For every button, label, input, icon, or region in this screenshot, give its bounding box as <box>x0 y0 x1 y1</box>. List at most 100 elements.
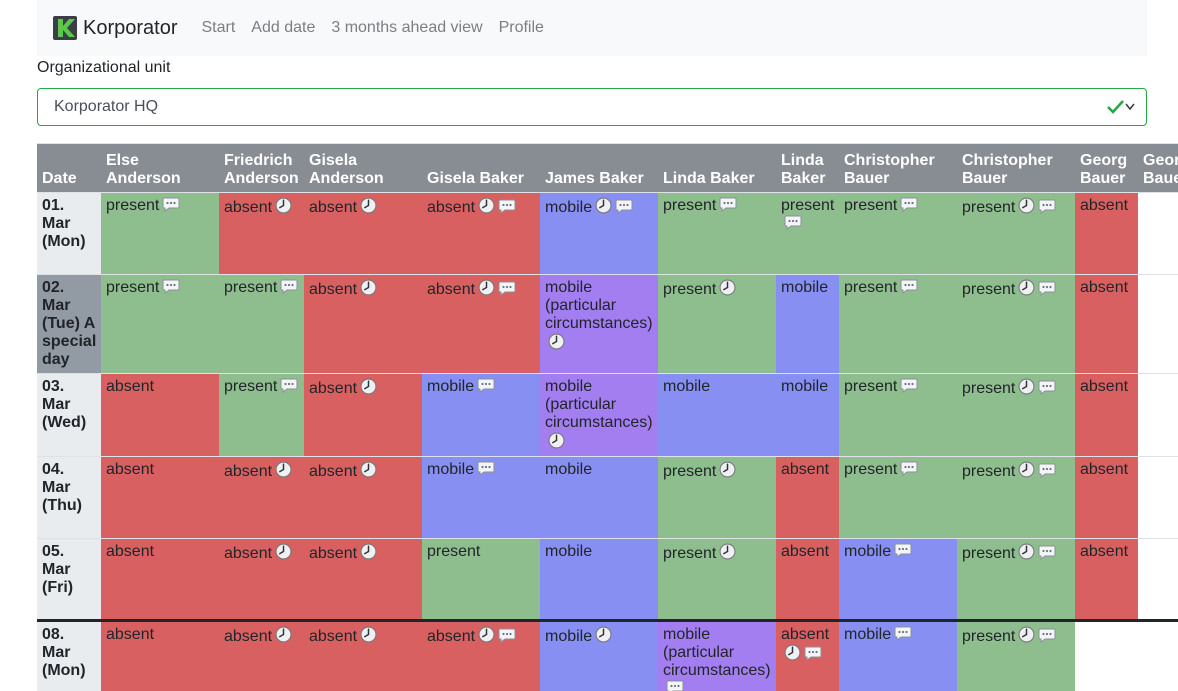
org-unit-select[interactable]: Korporator HQ <box>37 88 1147 126</box>
nav-start[interactable]: Start <box>202 19 236 37</box>
attendance-cell[interactable]: mobile <box>776 373 839 457</box>
attendance-cell[interactable]: absent <box>304 538 422 621</box>
comment-icon[interactable] <box>162 197 180 212</box>
attendance-cell[interactable]: present <box>839 456 957 539</box>
comment-icon[interactable] <box>498 628 516 643</box>
clock-icon[interactable] <box>1018 197 1035 214</box>
clock-icon[interactable] <box>478 279 495 296</box>
clock-icon[interactable] <box>275 543 292 560</box>
attendance-cell[interactable]: present <box>658 274 776 374</box>
attendance-cell[interactable]: absent <box>1075 274 1138 374</box>
comment-icon[interactable] <box>1038 380 1056 395</box>
comment-icon[interactable] <box>1038 545 1056 560</box>
clock-icon[interactable] <box>1018 543 1035 560</box>
attendance-cell[interactable]: mobile <box>839 619 957 691</box>
attendance-cell[interactable]: absent <box>776 456 839 539</box>
attendance-cell[interactable]: mobile <box>776 274 839 374</box>
attendance-cell[interactable]: mobile <box>422 373 540 457</box>
nav-profile[interactable]: Profile <box>499 19 544 37</box>
attendance-cell[interactable]: absent <box>101 619 219 691</box>
clock-icon[interactable] <box>478 197 495 214</box>
attendance-cell[interactable]: present <box>957 538 1075 621</box>
comment-icon[interactable] <box>162 279 180 294</box>
clock-icon[interactable] <box>719 543 736 560</box>
clock-icon[interactable] <box>275 197 292 214</box>
attendance-cell[interactable]: mobile <box>540 538 658 621</box>
attendance-cell[interactable]: absent <box>1075 192 1138 275</box>
comment-icon[interactable] <box>900 279 918 294</box>
attendance-cell[interactable]: absent <box>1075 373 1138 457</box>
comment-icon[interactable] <box>280 279 298 294</box>
attendance-cell[interactable]: mobile <box>839 538 957 621</box>
attendance-cell[interactable]: present <box>101 192 219 275</box>
comment-icon[interactable] <box>900 197 918 212</box>
comment-icon[interactable] <box>784 215 802 230</box>
comment-icon[interactable] <box>1038 628 1056 643</box>
attendance-cell[interactable]: absent <box>422 274 540 374</box>
nav-add-date[interactable]: Add date <box>251 19 315 37</box>
comment-icon[interactable] <box>498 281 516 296</box>
attendance-cell[interactable]: absent <box>219 538 304 621</box>
clock-icon[interactable] <box>478 626 495 643</box>
comment-icon[interactable] <box>615 199 633 214</box>
clock-icon[interactable] <box>360 543 377 560</box>
attendance-cell[interactable]: present <box>658 456 776 539</box>
brand[interactable]: Korporator <box>53 16 178 40</box>
attendance-cell[interactable]: absent <box>776 538 839 621</box>
comment-icon[interactable] <box>477 461 495 476</box>
attendance-cell[interactable]: mobile <box>540 456 658 539</box>
clock-icon[interactable] <box>275 461 292 478</box>
clock-icon[interactable] <box>595 626 612 643</box>
comment-icon[interactable] <box>498 199 516 214</box>
attendance-cell[interactable]: mobile <box>540 619 658 691</box>
attendance-cell[interactable]: mobile (particular circumstances) <box>540 373 658 457</box>
attendance-cell[interactable]: present <box>957 373 1075 457</box>
attendance-cell[interactable]: mobile <box>422 456 540 539</box>
attendance-cell[interactable]: absent <box>304 619 422 691</box>
nav-3-months-ahead[interactable]: 3 months ahead view <box>331 19 482 37</box>
attendance-cell[interactable]: absent <box>101 538 219 621</box>
attendance-cell[interactable]: present <box>957 456 1075 539</box>
clock-icon[interactable] <box>360 626 377 643</box>
clock-icon[interactable] <box>275 626 292 643</box>
clock-icon[interactable] <box>1018 626 1035 643</box>
attendance-cell[interactable]: absent <box>304 456 422 539</box>
attendance-cell[interactable]: present <box>957 192 1075 275</box>
clock-icon[interactable] <box>784 644 801 661</box>
comment-icon[interactable] <box>719 197 737 212</box>
attendance-cell[interactable]: present <box>658 192 776 275</box>
attendance-cell[interactable]: absent <box>776 619 839 691</box>
comment-icon[interactable] <box>894 543 912 558</box>
attendance-cell[interactable]: absent <box>304 274 422 374</box>
clock-icon[interactable] <box>548 432 565 449</box>
attendance-cell[interactable]: present <box>957 619 1075 691</box>
attendance-cell[interactable]: absent <box>422 192 540 275</box>
comment-icon[interactable] <box>280 378 298 393</box>
attendance-cell[interactable]: present <box>219 373 304 457</box>
attendance-cell[interactable]: present <box>839 192 957 275</box>
clock-icon[interactable] <box>1018 461 1035 478</box>
attendance-cell[interactable]: present <box>658 538 776 621</box>
attendance-cell[interactable]: present <box>957 274 1075 374</box>
attendance-cell[interactable]: mobile (particular circumstances) <box>540 274 658 374</box>
comment-icon[interactable] <box>894 626 912 641</box>
clock-icon[interactable] <box>360 197 377 214</box>
attendance-cell[interactable]: absent <box>219 619 304 691</box>
attendance-cell[interactable]: absent <box>422 619 540 691</box>
attendance-cell[interactable]: present <box>839 274 957 374</box>
attendance-cell[interactable]: absent <box>219 192 304 275</box>
attendance-cell[interactable]: absent <box>219 456 304 539</box>
clock-icon[interactable] <box>719 461 736 478</box>
attendance-cell[interactable]: present <box>219 274 304 374</box>
attendance-cell[interactable]: absent <box>101 456 219 539</box>
clock-icon[interactable] <box>360 378 377 395</box>
attendance-cell[interactable]: mobile <box>658 373 776 457</box>
attendance-cell[interactable]: present <box>839 373 957 457</box>
comment-icon[interactable] <box>900 378 918 393</box>
clock-icon[interactable] <box>360 279 377 296</box>
clock-icon[interactable] <box>1018 378 1035 395</box>
comment-icon[interactable] <box>666 680 684 691</box>
comment-icon[interactable] <box>804 646 822 661</box>
attendance-cell[interactable]: absent <box>1075 456 1138 539</box>
attendance-cell[interactable]: absent <box>304 373 422 457</box>
